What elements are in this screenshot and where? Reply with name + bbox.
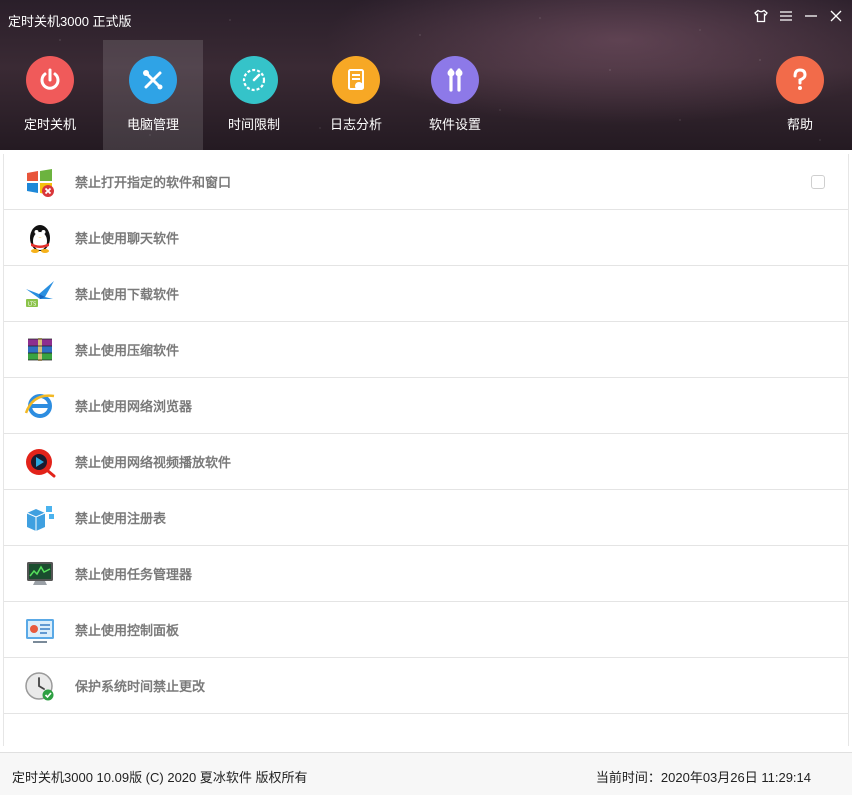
nav-shutdown[interactable]: 定时关机 — [0, 40, 100, 150]
list-item[interactable]: 禁止使用网络浏览器 — [4, 378, 848, 434]
nav-time-limit[interactable]: 时间限制 — [204, 40, 304, 150]
nav-help[interactable]: 帮助 — [750, 40, 850, 150]
list-item-label: 禁止使用网络视频播放软件 — [75, 455, 232, 470]
list-item-label: 禁止打开指定的软件和窗口 — [75, 175, 232, 190]
list-item-label: 禁止使用网络浏览器 — [75, 399, 193, 414]
control-panel-icon — [23, 613, 57, 647]
header-banner: 定时关机3000 正式版 定时关机 电脑管理 时间限制 日志分析 软件设置 帮助 — [0, 0, 852, 150]
feature-list: 禁止打开指定的软件和窗口 禁止使用聊天软件 LTS 禁止使用下载软件 禁止使用压… — [3, 154, 849, 746]
current-time: 当前时间：2020年03月26日 11:29:14 — [595, 770, 811, 785]
list-item-label: 禁止使用下载软件 — [75, 287, 180, 302]
registry-cubes-icon — [23, 501, 57, 535]
tools-icon — [129, 56, 177, 104]
copyright-text: 定时关机3000 10.09版 (C) 2020 夏冰软件 版权所有 — [12, 770, 308, 785]
ie-browser-icon — [23, 389, 57, 423]
list-item-label: 禁止使用控制面板 — [75, 623, 180, 638]
window-title: 定时关机3000 正式版 — [8, 14, 132, 29]
svg-text:LTS: LTS — [28, 301, 36, 307]
expand-icon[interactable] — [811, 175, 825, 189]
document-icon — [332, 56, 380, 104]
minimize-icon[interactable] — [803, 8, 819, 24]
main-nav: 定时关机 电脑管理 时间限制 日志分析 软件设置 帮助 — [0, 40, 852, 150]
clock-icon — [23, 669, 57, 703]
list-item-label: 禁止使用注册表 — [75, 511, 167, 526]
list-item-label: 保护系统时间禁止更改 — [75, 679, 206, 694]
nav-log-analysis[interactable]: 日志分析 — [306, 40, 406, 150]
nav-label: 帮助 — [786, 117, 813, 132]
archive-books-icon — [23, 333, 57, 367]
list-item[interactable]: 禁止使用任务管理器 — [4, 546, 848, 602]
list-item[interactable]: 禁止使用网络视频播放软件 — [4, 434, 848, 490]
status-bar: 定时关机3000 10.09版 (C) 2020 夏冰软件 版权所有 当前时间：… — [0, 752, 852, 795]
nav-label: 时间限制 — [227, 117, 280, 132]
list-item-label: 禁止使用压缩软件 — [75, 343, 180, 358]
list-item[interactable]: 保护系统时间禁止更改 — [4, 658, 848, 714]
power-icon — [26, 56, 74, 104]
skin-icon[interactable] — [753, 8, 769, 24]
list-item[interactable]: LTS 禁止使用下载软件 — [4, 266, 848, 322]
download-bird-icon: LTS — [23, 277, 57, 311]
question-icon — [776, 56, 824, 104]
menu-icon[interactable] — [778, 8, 794, 24]
penguin-icon — [23, 221, 57, 255]
monitor-icon — [23, 557, 57, 591]
nav-label: 定时关机 — [23, 117, 76, 132]
list-item-label: 禁止使用聊天软件 — [75, 231, 180, 246]
nav-label: 日志分析 — [329, 117, 382, 132]
nav-label: 软件设置 — [428, 117, 481, 132]
window-controls — [753, 8, 844, 24]
list-item-label: 禁止使用任务管理器 — [75, 567, 193, 582]
wrench-icon — [431, 56, 479, 104]
nav-pc-management[interactable]: 电脑管理 — [103, 40, 203, 150]
close-icon[interactable] — [828, 8, 844, 24]
list-item[interactable]: 禁止使用注册表 — [4, 490, 848, 546]
speedometer-icon — [230, 56, 278, 104]
video-player-icon — [23, 445, 57, 479]
nav-label: 电脑管理 — [126, 117, 179, 132]
list-item[interactable]: 禁止使用控制面板 — [4, 602, 848, 658]
list-item[interactable]: 禁止使用聊天软件 — [4, 210, 848, 266]
list-item[interactable]: 禁止打开指定的软件和窗口 — [4, 154, 848, 210]
nav-software-settings[interactable]: 软件设置 — [405, 40, 505, 150]
list-item[interactable]: 禁止使用压缩软件 — [4, 322, 848, 378]
windows-blocked-icon — [23, 165, 57, 199]
